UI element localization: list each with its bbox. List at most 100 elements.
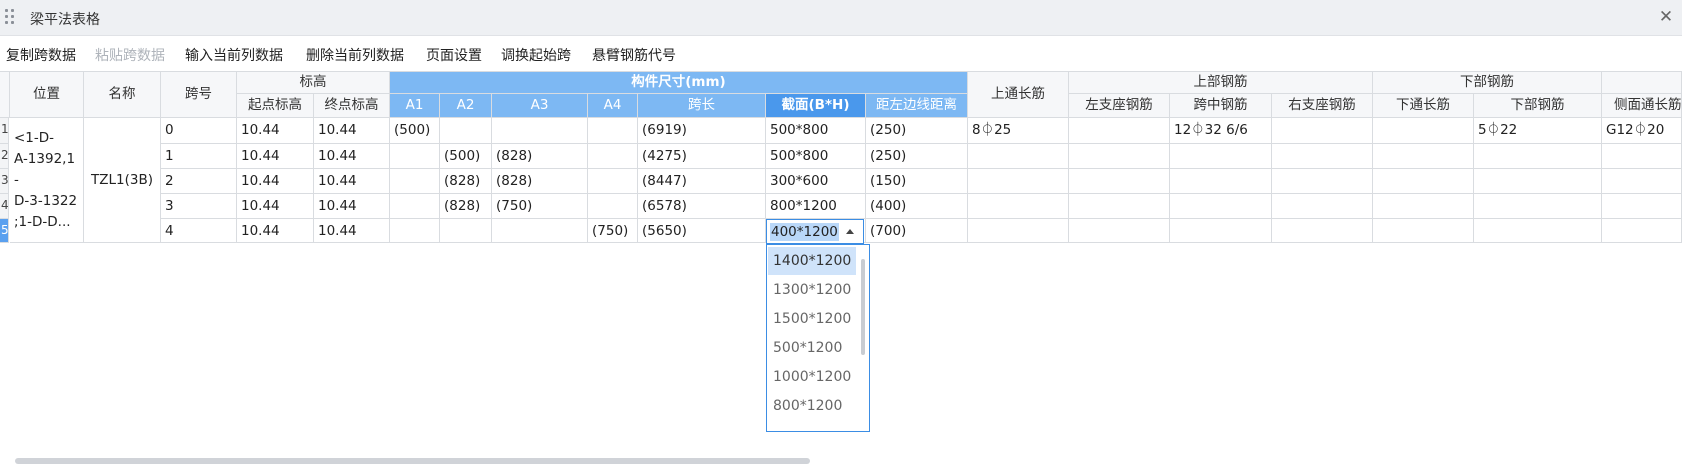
cell-right-support[interactable]	[1272, 219, 1373, 243]
cell-span-length[interactable]: (6919)	[638, 118, 766, 144]
cell-start-elevation[interactable]: 10.44	[237, 169, 314, 194]
cell-a4[interactable]: (750)	[588, 219, 638, 243]
cell-top-through[interactable]	[968, 169, 1069, 194]
cell-a3[interactable]: (828)	[492, 169, 588, 194]
cell-a4[interactable]	[588, 144, 638, 169]
cell-a3[interactable]: (750)	[492, 194, 588, 219]
header-elevation[interactable]: 标高	[237, 72, 390, 94]
header-bottom-rebar[interactable]: 下部钢筋	[1373, 72, 1602, 94]
swap-start-span-button[interactable]: 调换起始跨	[501, 45, 571, 65]
input-current-column-button[interactable]: 输入当前列数据	[185, 45, 283, 65]
header-bottom-bars[interactable]: 下部钢筋	[1474, 94, 1602, 118]
cell-span-length[interactable]: (6578)	[638, 194, 766, 219]
cell-a2[interactable]: (828)	[440, 194, 492, 219]
cell-side-through[interactable]: G12⏀20	[1602, 118, 1682, 144]
cell-span[interactable]: 3	[161, 194, 237, 219]
header-end-elevation[interactable]: 终点标高	[314, 94, 390, 118]
header-dimensions[interactable]: 构件尺寸(mm)	[390, 72, 968, 94]
cell-left-support[interactable]	[1069, 219, 1170, 243]
cell-a2[interactable]	[440, 219, 492, 243]
cell-mid-span[interactable]	[1170, 144, 1272, 169]
cell-a1[interactable]	[390, 144, 440, 169]
delete-current-column-button[interactable]: 删除当前列数据	[306, 45, 404, 65]
caret-up-icon[interactable]	[846, 229, 854, 234]
cell-top-through[interactable]: 8⏀25	[968, 118, 1069, 144]
copy-span-data-button[interactable]: 复制跨数据	[6, 45, 76, 65]
cell-bottom-bars[interactable]	[1474, 144, 1602, 169]
cell-end-elevation[interactable]: 10.44	[314, 219, 390, 243]
cell-end-elevation[interactable]: 10.44	[314, 144, 390, 169]
cell-a2[interactable]: (500)	[440, 144, 492, 169]
cell-start-elevation[interactable]: 10.44	[237, 194, 314, 219]
cell-bottom-through[interactable]	[1373, 169, 1474, 194]
cell-left-support[interactable]	[1069, 169, 1170, 194]
cell-bottom-through[interactable]	[1373, 144, 1474, 169]
cell-left-support[interactable]	[1069, 144, 1170, 169]
cell-side-through[interactable]	[1602, 194, 1682, 219]
cell-top-through[interactable]	[968, 144, 1069, 169]
cell-left-distance[interactable]: (150)	[866, 169, 968, 194]
cell-left-distance[interactable]: (400)	[866, 194, 968, 219]
cell-start-elevation[interactable]: 10.44	[237, 144, 314, 169]
cell-start-elevation[interactable]: 10.44	[237, 219, 314, 243]
cell-span[interactable]: 1	[161, 144, 237, 169]
header-a3[interactable]: A3	[492, 94, 588, 118]
cell-section[interactable]: 300*600	[766, 169, 866, 194]
header-left-support[interactable]: 左支座钢筋	[1069, 94, 1170, 118]
cell-bottom-through[interactable]	[1373, 194, 1474, 219]
cell-mid-span[interactable]	[1170, 169, 1272, 194]
cell-span-length[interactable]: (4275)	[638, 144, 766, 169]
dropdown-option[interactable]: 500*1200	[768, 334, 856, 362]
paste-span-data-button[interactable]: 粘贴跨数据	[95, 45, 165, 65]
cell-side-through[interactable]	[1602, 169, 1682, 194]
cell-a3[interactable]	[492, 219, 588, 243]
section-combo-input[interactable]: 400*1200	[766, 219, 864, 244]
header-section[interactable]: 截面(B*H)	[766, 94, 866, 118]
cell-a1[interactable]	[390, 169, 440, 194]
cell-a3[interactable]	[492, 118, 588, 144]
header-side-group[interactable]	[1602, 72, 1682, 94]
cell-right-support[interactable]	[1272, 144, 1373, 169]
close-icon[interactable]: ✕	[1656, 7, 1676, 27]
cell-section[interactable]: 500*800	[766, 118, 866, 144]
cell-left-support[interactable]	[1069, 194, 1170, 219]
cell-span-length[interactable]: (5650)	[638, 219, 766, 243]
cell-bottom-bars[interactable]	[1474, 169, 1602, 194]
header-mid-span[interactable]: 跨中钢筋	[1170, 94, 1272, 118]
cell-right-support[interactable]	[1272, 118, 1373, 144]
cell-span-length[interactable]: (8447)	[638, 169, 766, 194]
cell-a1[interactable]	[390, 219, 440, 243]
cell-left-distance[interactable]: (250)	[866, 118, 968, 144]
cell-side-through[interactable]	[1602, 219, 1682, 243]
cell-bottom-bars[interactable]	[1474, 219, 1602, 243]
dropdown-option[interactable]: 1000*1200	[768, 363, 856, 391]
header-right-support[interactable]: 右支座钢筋	[1272, 94, 1373, 118]
header-side-through[interactable]: 侧面通长筋	[1602, 94, 1682, 118]
cell-a4[interactable]	[588, 118, 638, 144]
page-setup-button[interactable]: 页面设置	[426, 45, 482, 65]
dropdown-option[interactable]: 1500*1200	[768, 305, 856, 333]
cell-end-elevation[interactable]: 10.44	[314, 118, 390, 144]
horizontal-scrollbar-thumb[interactable]	[15, 458, 810, 464]
cell-left-support[interactable]	[1069, 118, 1170, 144]
cell-span[interactable]: 0	[161, 118, 237, 144]
cell-bottom-bars[interactable]	[1474, 194, 1602, 219]
cell-right-support[interactable]	[1272, 169, 1373, 194]
cell-span[interactable]: 4	[161, 219, 237, 243]
cell-a2[interactable]	[440, 118, 492, 144]
dropdown-option[interactable]: 800*1200	[768, 392, 856, 420]
cell-section[interactable]: 500*800	[766, 144, 866, 169]
cantilever-rebar-code-button[interactable]: 悬臂钢筋代号	[592, 45, 676, 65]
cell-bottom-through[interactable]	[1373, 219, 1474, 243]
drag-handle-icon[interactable]	[5, 9, 15, 27]
cell-end-elevation[interactable]: 10.44	[314, 169, 390, 194]
cell-bottom-bars[interactable]: 5⏀22	[1474, 118, 1602, 144]
cell-end-elevation[interactable]: 10.44	[314, 194, 390, 219]
cell-span[interactable]: 2	[161, 169, 237, 194]
dropdown-option[interactable]: 1300*1200	[768, 276, 856, 304]
header-a1[interactable]: A1	[390, 94, 440, 118]
header-start-elevation[interactable]: 起点标高	[237, 94, 314, 118]
header-span-length[interactable]: 跨长	[638, 94, 766, 118]
cell-section[interactable]: 800*1200	[766, 194, 866, 219]
cell-left-distance[interactable]: (700)	[866, 219, 968, 243]
